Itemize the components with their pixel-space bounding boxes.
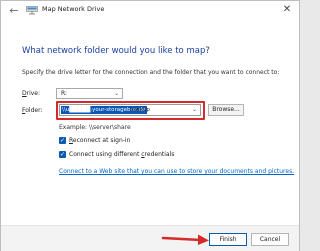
browse-button[interactable]: Browse...	[208, 104, 244, 116]
drive-select[interactable]: R: ⌄	[56, 88, 123, 99]
credentials-label-start: Connect using different	[69, 151, 142, 158]
chevron-down-icon: ⌄	[191, 106, 197, 113]
folder-label-rest: older:	[25, 107, 43, 114]
map-network-drive-dialog: ← Map Network Drive ✕ What network folde…	[0, 0, 300, 251]
reconnect-label-rest: econnect at sign-in	[72, 137, 131, 144]
back-arrow-icon[interactable]: ←	[7, 4, 21, 18]
red-arrow-annotation-icon	[161, 234, 209, 245]
reconnect-checkbox[interactable]: ✓	[59, 137, 66, 144]
reconnect-label: Reconnect at sign-in	[69, 137, 130, 144]
network-drive-icon	[26, 6, 38, 15]
drive-label: Drive:	[22, 90, 40, 97]
drive-label-rest: rive:	[26, 90, 41, 97]
finish-button[interactable]: Finish	[209, 233, 247, 246]
folder-label: Folder:	[22, 107, 42, 114]
close-icon[interactable]: ✕	[281, 4, 293, 16]
chevron-down-icon: ⌄	[113, 90, 119, 97]
folder-value-rest: backup	[130, 107, 150, 113]
instructions-text: Specify the drive letter for the connect…	[22, 69, 280, 76]
title-bar: ← Map Network Drive ✕	[1, 1, 299, 21]
window-title: Map Network Drive	[42, 5, 105, 13]
folder-combobox[interactable]: \\u█████.your-storagebox.de backup ⌄	[59, 104, 201, 116]
cancel-button[interactable]: Cancel	[251, 233, 289, 246]
drive-select-value: R:	[61, 90, 68, 97]
dialog-heading: What network folder would you like to ma…	[22, 46, 210, 56]
credentials-label-end: redentials	[144, 151, 175, 158]
different-credentials-checkbox[interactable]: ✓	[59, 151, 66, 158]
different-credentials-label: Connect using different credentials	[69, 151, 174, 158]
web-site-link[interactable]: Connect to a Web site that you can use t…	[59, 168, 294, 175]
example-text: Example: \\server\share	[59, 124, 131, 131]
